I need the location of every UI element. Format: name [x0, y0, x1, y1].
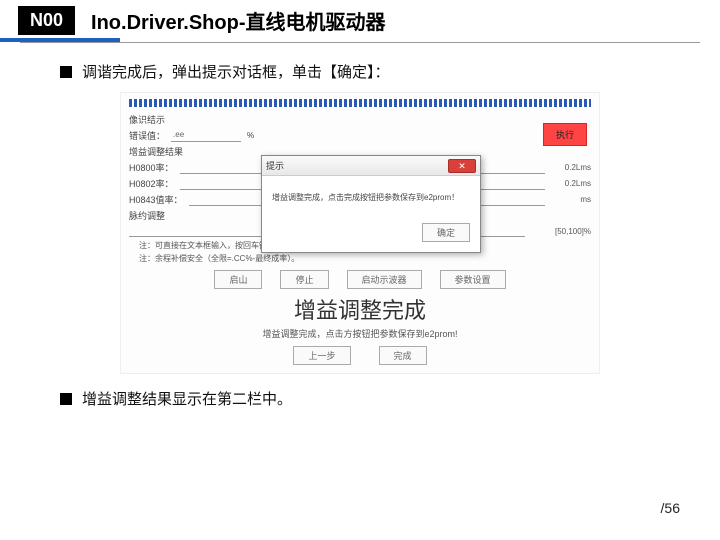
- bullet-text: 调谐完成后，弹出提示对话框，单击【确定】：: [82, 61, 390, 82]
- error-value-input[interactable]: .ee: [171, 130, 241, 142]
- bullet-icon: [60, 393, 72, 405]
- step-button-row: 上一步 完成: [129, 346, 591, 365]
- unit-text: 0.2Lms: [551, 163, 591, 172]
- dialog-message: 增益调整完成，点击完成按钮把参数保存到e2prom！: [262, 176, 480, 219]
- param-settings-button[interactable]: 参数设置: [440, 270, 506, 289]
- prev-step-button[interactable]: 上一步: [293, 346, 350, 365]
- dialog-title: 提示: [266, 159, 284, 172]
- completion-heading: 增益调整完成: [129, 293, 591, 325]
- action-button-row: 启山 停止 启动示波器 参数设置: [129, 270, 591, 289]
- field-label: 错误值：: [129, 129, 165, 142]
- page-number: /56: [661, 500, 680, 516]
- completion-subtext: 增益调整完成，点击方按钮把参数保存到e2prom!: [129, 327, 591, 340]
- oscilloscope-button[interactable]: 启动示波器: [347, 270, 422, 289]
- start-button[interactable]: 启山: [214, 270, 262, 289]
- progress-stripes: [129, 99, 591, 107]
- bullet-item: 增益调整结果显示在第二栏中。: [60, 388, 660, 409]
- app-screenshot-panel: 像识结示 错误值： .ee % 执行 增益调整结果 H0800率： 0.2Lms…: [120, 92, 600, 374]
- range-text: [50,100]%: [531, 227, 591, 236]
- bullet-item: 调谐完成后，弹出提示对话框，单击【确定】：: [60, 61, 660, 82]
- slide-content: 调谐完成后，弹出提示对话框，单击【确定】： 像识结示 错误值： .ee % 执行…: [0, 43, 720, 409]
- confirm-dialog: 提示 ✕ 增益调整完成，点击完成按钮把参数保存到e2prom！ 确定: [261, 155, 481, 253]
- slide-title: Ino.Driver.Shop-直线电机驱动器: [91, 6, 385, 35]
- bullet-icon: [60, 66, 72, 78]
- error-value-row: 错误值： .ee %: [129, 129, 591, 142]
- dialog-footer: 确定: [262, 219, 480, 252]
- note-text: 注：余程补偿安全（全限=.CC%-最终成率）。: [139, 253, 591, 264]
- unit-text: 0.2Lms: [551, 179, 591, 188]
- logo-badge: N00: [18, 6, 75, 35]
- slide-header: N00 Ino.Driver.Shop-直线电机驱动器: [0, 0, 720, 40]
- unit-text: ms: [551, 195, 591, 204]
- field-label: H0843值率：: [129, 193, 183, 206]
- field-label: H0802率：: [129, 177, 174, 190]
- ok-button[interactable]: 确定: [422, 223, 470, 242]
- field-label: H0800率：: [129, 161, 174, 174]
- finish-button[interactable]: 完成: [379, 346, 427, 365]
- dialog-titlebar: 提示 ✕: [262, 156, 480, 176]
- stop-button[interactable]: 停止: [280, 270, 328, 289]
- percent-unit: %: [247, 131, 254, 140]
- close-icon[interactable]: ✕: [448, 159, 476, 173]
- section-label: 像识结示: [129, 113, 591, 126]
- bullet-text: 增益调整结果显示在第二栏中。: [82, 388, 292, 409]
- execute-button[interactable]: 执行: [543, 123, 587, 146]
- page-total: 56: [664, 500, 680, 516]
